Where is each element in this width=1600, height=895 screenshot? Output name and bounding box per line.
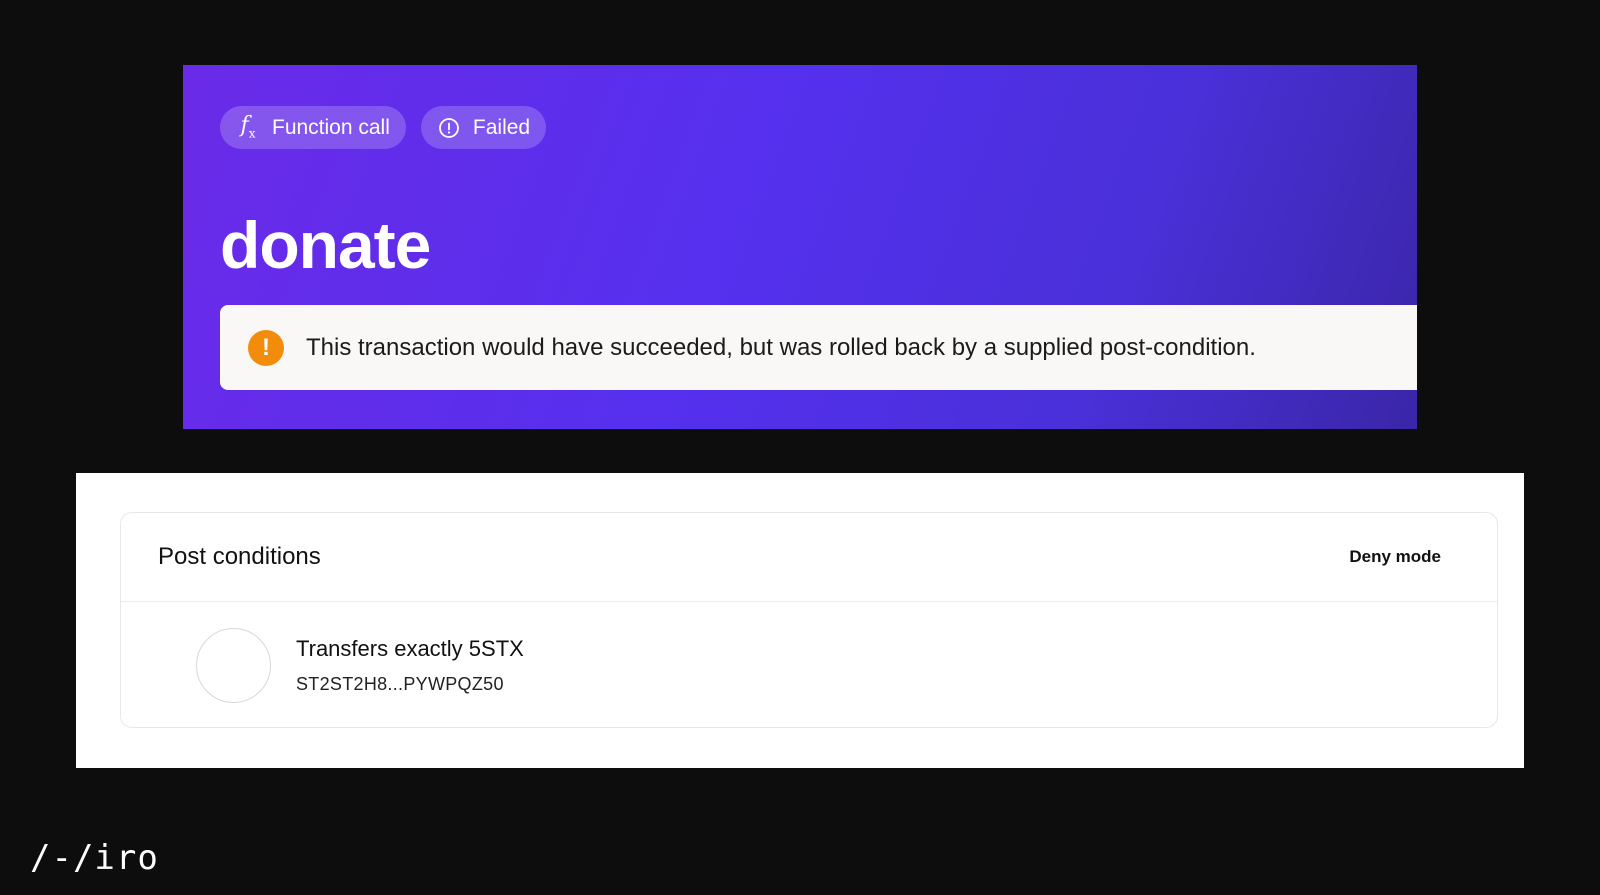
badge-group: fx Function call Failed	[220, 106, 547, 149]
function-call-badge[interactable]: fx Function call	[220, 106, 406, 149]
deny-mode-label[interactable]: Deny mode	[1349, 547, 1441, 567]
function-icon: fx	[240, 113, 256, 141]
post-condition-address[interactable]: ST2ST2H8...PYWPQZ50	[296, 674, 524, 695]
post-condition-row[interactable]: Transfers exactly 5STX ST2ST2H8...PYWPQZ…	[121, 602, 1497, 728]
transaction-header: fx Function call Failed donate ! This tr…	[183, 65, 1417, 429]
failed-label: Failed	[472, 115, 531, 139]
function-call-label: Function call	[272, 115, 390, 139]
post-conditions-card: Post conditions Deny mode Transfers exac…	[120, 512, 1498, 728]
stage: fx Function call Failed donate ! This tr…	[0, 0, 1600, 895]
post-condition-text: Transfers exactly 5STX ST2ST2H8...PYWPQZ…	[296, 636, 524, 695]
alert-message: This transaction would have succeeded, b…	[306, 333, 1256, 361]
post-conditions-panel: Post conditions Deny mode Transfers exac…	[76, 473, 1524, 768]
failed-status-badge[interactable]: Failed	[420, 106, 547, 149]
warning-icon: !	[248, 329, 284, 366]
post-condition-alert: ! This transaction would have succeeded,…	[220, 305, 1417, 390]
post-condition-title: Transfers exactly 5STX	[296, 635, 524, 661]
page-title: donate	[220, 208, 431, 282]
card-title: Post conditions	[158, 543, 321, 570]
hiro-logo: /-/iro	[30, 838, 159, 878]
alert-circle-icon	[437, 116, 461, 140]
card-header: Post conditions Deny mode	[121, 513, 1497, 602]
token-avatar	[196, 627, 271, 703]
